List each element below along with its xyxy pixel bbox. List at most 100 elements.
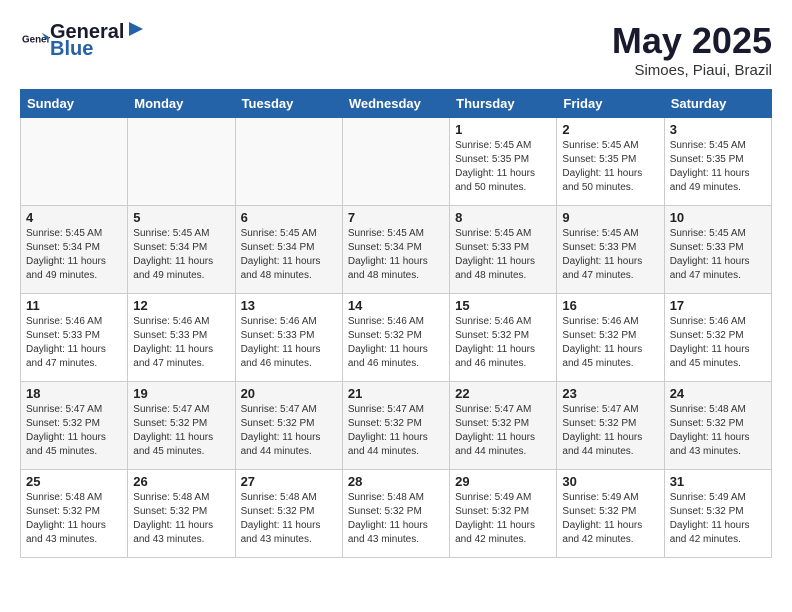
day-number: 1 [455, 122, 551, 137]
day-number: 22 [455, 386, 551, 401]
day-number: 29 [455, 474, 551, 489]
day-number: 28 [348, 474, 444, 489]
day-info: Sunrise: 5:46 AM Sunset: 5:32 PM Dayligh… [670, 315, 766, 371]
calendar-cell: 23 Sunrise: 5:47 AM Sunset: 5:32 PM Dayli… [557, 382, 664, 470]
day-info: Sunrise: 5:45 AM Sunset: 5:35 PM Dayligh… [562, 139, 658, 195]
day-number: 23 [562, 386, 658, 401]
calendar-week-row: 1 Sunrise: 5:45 AM Sunset: 5:35 PM Daylig… [21, 118, 772, 206]
day-info: Sunrise: 5:47 AM Sunset: 5:32 PM Dayligh… [26, 403, 122, 459]
month-title: May 2025 [612, 20, 772, 62]
day-info: Sunrise: 5:45 AM Sunset: 5:33 PM Dayligh… [562, 227, 658, 283]
calendar-cell: 24 Sunrise: 5:48 AM Sunset: 5:32 PM Dayli… [664, 382, 771, 470]
day-info: Sunrise: 5:48 AM Sunset: 5:32 PM Dayligh… [26, 491, 122, 547]
calendar-cell: 30 Sunrise: 5:49 AM Sunset: 5:32 PM Dayli… [557, 470, 664, 558]
calendar-cell [128, 118, 235, 206]
day-number: 2 [562, 122, 658, 137]
day-number: 17 [670, 298, 766, 313]
day-info: Sunrise: 5:48 AM Sunset: 5:32 PM Dayligh… [241, 491, 337, 547]
day-info: Sunrise: 5:49 AM Sunset: 5:32 PM Dayligh… [562, 491, 658, 547]
title-area: May 2025 Simoes, Piaui, Brazil [612, 20, 772, 79]
day-number: 20 [241, 386, 337, 401]
day-number: 24 [670, 386, 766, 401]
calendar-cell: 7 Sunrise: 5:45 AM Sunset: 5:34 PM Daylig… [342, 206, 449, 294]
day-info: Sunrise: 5:47 AM Sunset: 5:32 PM Dayligh… [562, 403, 658, 459]
calendar-cell: 4Sunrise: 5:45 AM Sunset: 5:34 PM Daylig… [21, 206, 128, 294]
day-number: 6 [241, 210, 337, 225]
calendar-week-row: 25Sunrise: 5:48 AM Sunset: 5:32 PM Dayli… [21, 470, 772, 558]
calendar-cell: 28 Sunrise: 5:48 AM Sunset: 5:32 PM Dayli… [342, 470, 449, 558]
day-number: 5 [133, 210, 229, 225]
logo-arrow-icon [125, 20, 147, 38]
logo: General General Blue [20, 20, 148, 61]
day-number: 12 [133, 298, 229, 313]
calendar-week-row: 11 Sunrise: 5:46 AM Sunset: 5:33 PM Dayli… [21, 294, 772, 382]
day-info: Sunrise: 5:46 AM Sunset: 5:33 PM Dayligh… [133, 315, 229, 371]
day-number: 19 [133, 386, 229, 401]
day-number: 9 [562, 210, 658, 225]
day-number: 15 [455, 298, 551, 313]
day-info: Sunrise: 5:49 AM Sunset: 5:32 PM Dayligh… [455, 491, 551, 547]
calendar-cell: 3Sunrise: 5:45 AM Sunset: 5:35 PM Daylig… [664, 118, 771, 206]
calendar-cell: 20 Sunrise: 5:47 AM Sunset: 5:32 PM Dayli… [235, 382, 342, 470]
day-info: Sunrise: 5:45 AM Sunset: 5:34 PM Dayligh… [133, 227, 229, 283]
day-info: Sunrise: 5:46 AM Sunset: 5:33 PM Dayligh… [241, 315, 337, 371]
calendar-cell: 8Sunrise: 5:45 AM Sunset: 5:33 PM Daylig… [450, 206, 557, 294]
calendar-cell: 9 Sunrise: 5:45 AM Sunset: 5:33 PM Daylig… [557, 206, 664, 294]
day-number: 26 [133, 474, 229, 489]
day-info: Sunrise: 5:45 AM Sunset: 5:34 PM Dayligh… [241, 227, 337, 283]
day-info: Sunrise: 5:47 AM Sunset: 5:32 PM Dayligh… [348, 403, 444, 459]
day-number: 13 [241, 298, 337, 313]
day-info: Sunrise: 5:45 AM Sunset: 5:34 PM Dayligh… [348, 227, 444, 283]
calendar-cell: 16 Sunrise: 5:46 AM Sunset: 5:32 PM Dayli… [557, 294, 664, 382]
day-number: 4 [26, 210, 122, 225]
calendar-cell: 1 Sunrise: 5:45 AM Sunset: 5:35 PM Daylig… [450, 118, 557, 206]
calendar-cell: 2 Sunrise: 5:45 AM Sunset: 5:35 PM Daylig… [557, 118, 664, 206]
day-info: Sunrise: 5:48 AM Sunset: 5:32 PM Dayligh… [670, 403, 766, 459]
calendar-cell: 29 Sunrise: 5:49 AM Sunset: 5:32 PM Dayli… [450, 470, 557, 558]
calendar-cell: 6 Sunrise: 5:45 AM Sunset: 5:34 PM Daylig… [235, 206, 342, 294]
day-number: 31 [670, 474, 766, 489]
day-info: Sunrise: 5:47 AM Sunset: 5:32 PM Dayligh… [241, 403, 337, 459]
calendar-cell: 14 Sunrise: 5:46 AM Sunset: 5:32 PM Dayli… [342, 294, 449, 382]
page-header: General General Blue May 2025 Simoes, Pi… [20, 20, 772, 79]
day-number: 21 [348, 386, 444, 401]
day-info: Sunrise: 5:46 AM Sunset: 5:33 PM Dayligh… [26, 315, 122, 371]
calendar-cell: 26 Sunrise: 5:48 AM Sunset: 5:32 PM Dayli… [128, 470, 235, 558]
day-info: Sunrise: 5:47 AM Sunset: 5:32 PM Dayligh… [455, 403, 551, 459]
calendar-cell: 15Sunrise: 5:46 AM Sunset: 5:32 PM Dayli… [450, 294, 557, 382]
header-sunday: Sunday [21, 90, 128, 118]
day-number: 16 [562, 298, 658, 313]
calendar-cell [235, 118, 342, 206]
calendar-cell: 13 Sunrise: 5:46 AM Sunset: 5:33 PM Dayli… [235, 294, 342, 382]
day-info: Sunrise: 5:46 AM Sunset: 5:32 PM Dayligh… [348, 315, 444, 371]
day-info: Sunrise: 5:49 AM Sunset: 5:32 PM Dayligh… [670, 491, 766, 547]
calendar-cell: 22 Sunrise: 5:47 AM Sunset: 5:32 PM Dayli… [450, 382, 557, 470]
day-number: 30 [562, 474, 658, 489]
day-number: 10 [670, 210, 766, 225]
calendar-cell [342, 118, 449, 206]
calendar-cell: 27Sunrise: 5:48 AM Sunset: 5:32 PM Dayli… [235, 470, 342, 558]
calendar-cell: 18 Sunrise: 5:47 AM Sunset: 5:32 PM Dayli… [21, 382, 128, 470]
day-info: Sunrise: 5:45 AM Sunset: 5:35 PM Dayligh… [455, 139, 551, 195]
calendar-cell: 11 Sunrise: 5:46 AM Sunset: 5:33 PM Dayli… [21, 294, 128, 382]
calendar-cell: 31 Sunrise: 5:49 AM Sunset: 5:32 PM Dayli… [664, 470, 771, 558]
day-info: Sunrise: 5:45 AM Sunset: 5:33 PM Dayligh… [670, 227, 766, 283]
header-monday: Monday [128, 90, 235, 118]
day-number: 14 [348, 298, 444, 313]
calendar-cell: 12 Sunrise: 5:46 AM Sunset: 5:33 PM Dayli… [128, 294, 235, 382]
day-number: 18 [26, 386, 122, 401]
calendar-header-row: SundayMondayTuesdayWednesdayThursdayFrid… [21, 90, 772, 118]
day-number: 7 [348, 210, 444, 225]
calendar-week-row: 18 Sunrise: 5:47 AM Sunset: 5:32 PM Dayli… [21, 382, 772, 470]
calendar-cell: 21 Sunrise: 5:47 AM Sunset: 5:32 PM Dayli… [342, 382, 449, 470]
header-wednesday: Wednesday [342, 90, 449, 118]
day-info: Sunrise: 5:46 AM Sunset: 5:32 PM Dayligh… [562, 315, 658, 371]
day-info: Sunrise: 5:48 AM Sunset: 5:32 PM Dayligh… [133, 491, 229, 547]
header-friday: Friday [557, 90, 664, 118]
day-number: 11 [26, 298, 122, 313]
calendar-cell: 10 Sunrise: 5:45 AM Sunset: 5:33 PM Dayli… [664, 206, 771, 294]
day-info: Sunrise: 5:48 AM Sunset: 5:32 PM Dayligh… [348, 491, 444, 547]
day-info: Sunrise: 5:45 AM Sunset: 5:35 PM Dayligh… [670, 139, 766, 195]
calendar-cell [21, 118, 128, 206]
calendar-cell: 17 Sunrise: 5:46 AM Sunset: 5:32 PM Dayli… [664, 294, 771, 382]
